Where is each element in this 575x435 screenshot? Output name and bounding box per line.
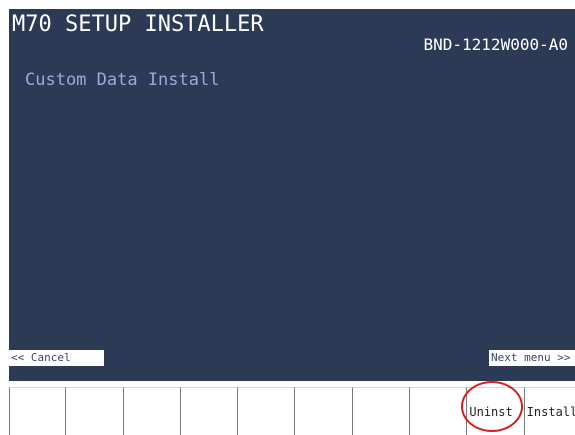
- install-key[interactable]: Install: [524, 387, 575, 435]
- installer-screen: M70 SETUP INSTALLER BND-1212W000-A0 Cust…: [9, 9, 575, 381]
- uninstall-key[interactable]: Uninst: [467, 387, 525, 435]
- function-key-1[interactable]: [9, 387, 67, 435]
- function-key-7[interactable]: [352, 387, 411, 435]
- window-title: M70 SETUP INSTALLER: [12, 12, 264, 37]
- function-key-bar: Uninst Install: [9, 387, 575, 435]
- function-key-2[interactable]: [66, 387, 124, 435]
- next-menu-button[interactable]: Next menu >>: [489, 350, 575, 366]
- function-key-6[interactable]: [295, 387, 353, 435]
- cancel-button[interactable]: << Cancel: [9, 350, 104, 366]
- function-key-8[interactable]: [410, 387, 468, 435]
- function-key-4[interactable]: [180, 387, 239, 435]
- function-key-5[interactable]: [238, 387, 296, 435]
- version-label: BND-1212W000-A0: [423, 35, 569, 54]
- function-key-3[interactable]: [123, 387, 181, 435]
- page-subtitle: Custom Data Install: [25, 70, 220, 90]
